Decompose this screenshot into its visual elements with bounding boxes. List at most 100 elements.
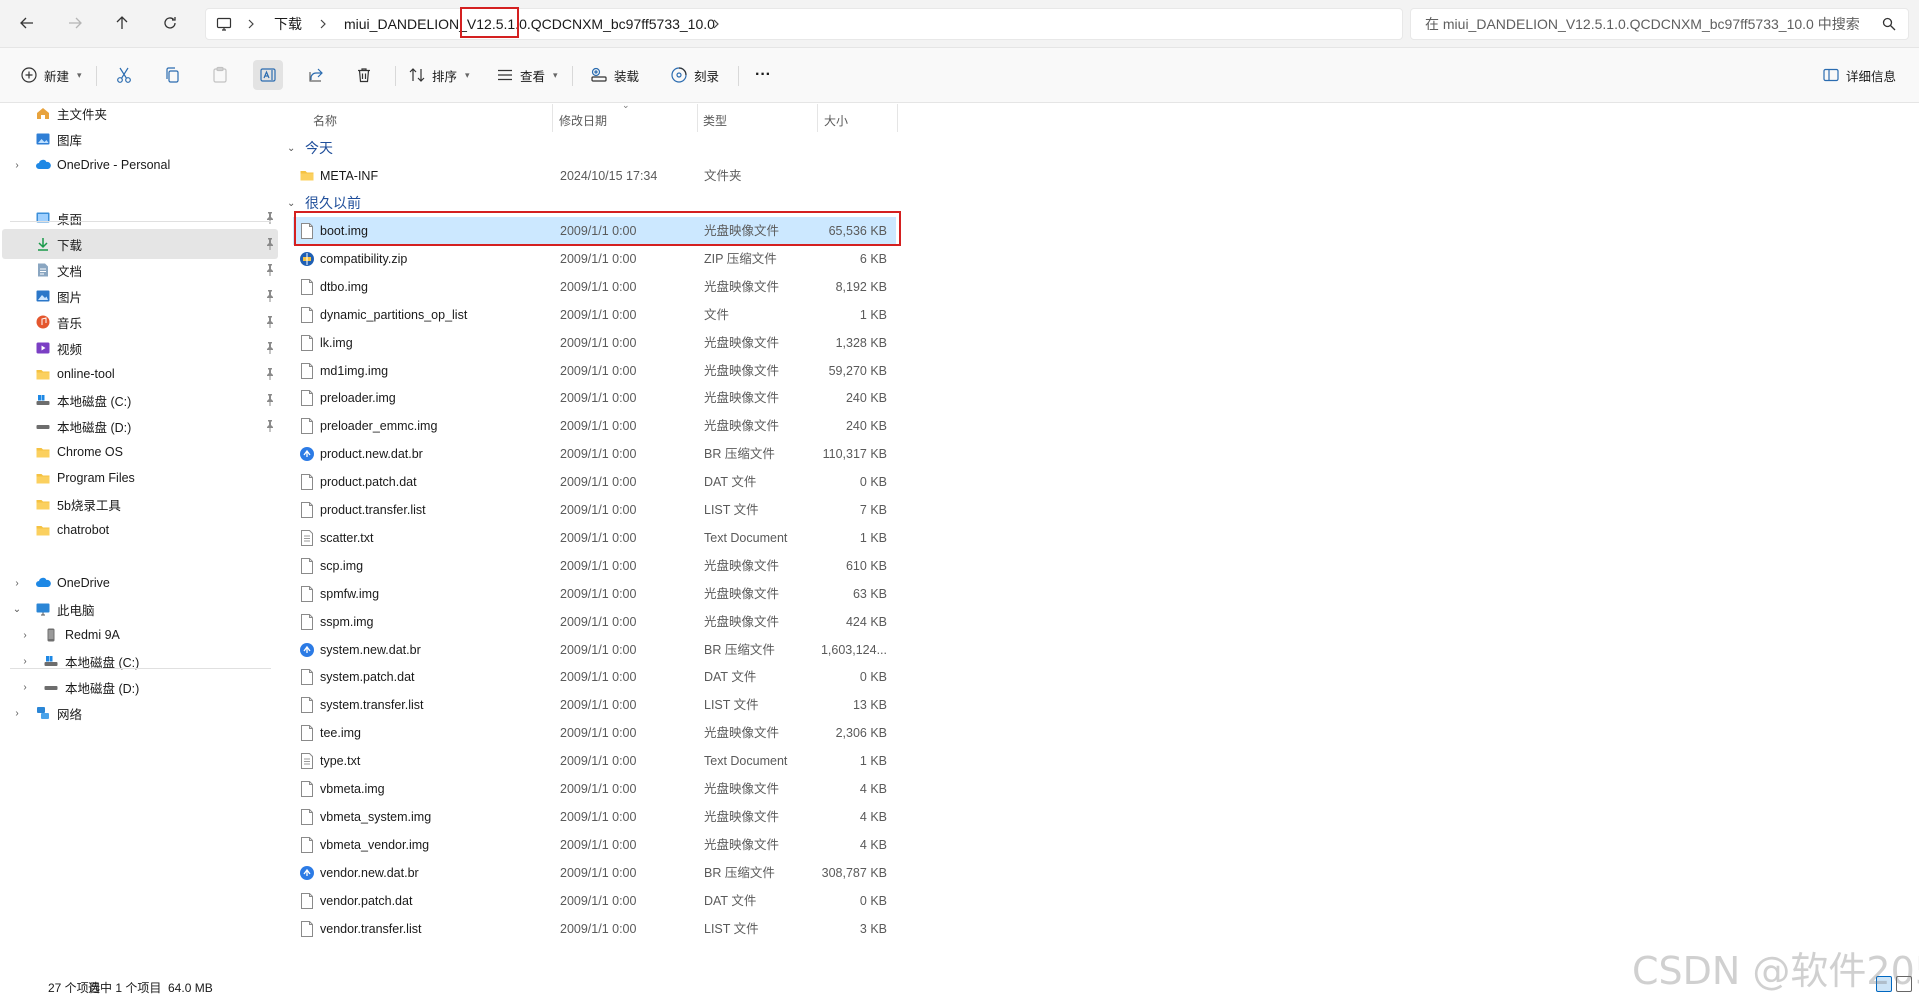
- file-name: preloader.img: [320, 391, 396, 406]
- paste-button[interactable]: [211, 60, 229, 90]
- sidebar-item[interactable]: chatrobot: [2, 515, 278, 545]
- pin-icon[interactable]: [265, 238, 275, 250]
- back-button[interactable]: [12, 10, 42, 36]
- delete-button[interactable]: [355, 60, 373, 90]
- file-row[interactable]: vendor.transfer.list 2009/1/1 0:00 LIST 文件…: [293, 915, 896, 943]
- more-options-button[interactable]: ···: [755, 60, 771, 90]
- file-date: 2009/1/1 0:00: [560, 307, 637, 322]
- column-header-date[interactable]: 修改日期: [559, 108, 607, 132]
- file-row[interactable]: system.new.dat.br 2009/1/1 0:00 BR 压缩文件 1,6…: [293, 636, 896, 664]
- file-row[interactable]: vbmeta_vendor.img 2009/1/1 0:00 光盘映像文件 4 KB: [293, 831, 896, 859]
- chevron-right-icon[interactable]: [711, 9, 721, 39]
- file-size: 0 KB: [859, 893, 887, 908]
- chevron-right-icon[interactable]: ›: [18, 628, 32, 642]
- refresh-button[interactable]: [155, 10, 185, 36]
- file-row[interactable]: vendor.new.dat.br 2009/1/1 0:00 BR 压缩文件 308…: [293, 859, 896, 887]
- column-header-type[interactable]: 类型: [703, 108, 727, 132]
- file-name: spmfw.img: [320, 586, 380, 601]
- file-row[interactable]: tee.img 2009/1/1 0:00 光盘映像文件 2,306 KB: [293, 719, 896, 747]
- chevron-right-icon[interactable]: ›: [18, 654, 32, 668]
- file-icon: [299, 278, 315, 296]
- view-button[interactable]: 查看 ▾: [496, 60, 558, 90]
- file-row[interactable]: system.transfer.list 2009/1/1 0:00 LIST 文件…: [293, 691, 896, 719]
- burn-button[interactable]: 刻录: [670, 60, 719, 90]
- copy-button[interactable]: [163, 60, 181, 90]
- file-name: type.txt: [320, 754, 361, 769]
- pin-icon[interactable]: [265, 212, 275, 224]
- file-row[interactable]: product.new.dat.br 2009/1/1 0:00 BR 压缩文件 11…: [293, 440, 896, 468]
- column-divider[interactable]: [897, 104, 898, 132]
- chevron-right-icon[interactable]: [246, 9, 256, 39]
- file-row[interactable]: META-INF 2024/10/15 17:34 文件夹: [293, 162, 896, 190]
- file-size: 1 KB: [859, 307, 887, 322]
- file-row[interactable]: dtbo.img 2009/1/1 0:00 光盘映像文件 8,192 KB: [293, 273, 896, 301]
- column-divider[interactable]: [817, 104, 818, 132]
- file-row[interactable]: product.transfer.list 2009/1/1 0:00 LIST 文…: [293, 496, 896, 524]
- file-row[interactable]: preloader.img 2009/1/1 0:00 光盘映像文件 240 KB: [293, 384, 896, 412]
- pin-icon[interactable]: [265, 368, 275, 380]
- details-pane-button[interactable]: 详细信息: [1822, 60, 1896, 90]
- share-button[interactable]: [307, 60, 325, 90]
- column-divider[interactable]: [697, 104, 698, 132]
- file-row[interactable]: vbmeta.img 2009/1/1 0:00 光盘映像文件 4 KB: [293, 775, 896, 803]
- chevron-right-icon[interactable]: ›: [10, 158, 24, 172]
- file-row[interactable]: system.patch.dat 2009/1/1 0:00 DAT 文件 0 KB: [293, 663, 896, 691]
- sidebar-item[interactable]: › OneDrive - Personal: [2, 150, 278, 180]
- drive-d-icon: [43, 679, 59, 695]
- file-row[interactable]: product.patch.dat 2009/1/1 0:00 DAT 文件 0 KB: [293, 468, 896, 496]
- group-header-today[interactable]: ⌄ 今天: [287, 137, 333, 159]
- file-row[interactable]: scp.img 2009/1/1 0:00 光盘映像文件 610 KB: [293, 552, 896, 580]
- file-row[interactable]: compatibility.zip 2009/1/1 0:00 ZIP 压缩文件 6 …: [293, 245, 896, 273]
- file-row[interactable]: vendor.patch.dat 2009/1/1 0:00 DAT 文件 0 KB: [293, 887, 896, 915]
- breadcrumb[interactable]: 下载 miui_DANDELION_V12.5.1.0.QCDCNXM_bc97…: [205, 8, 1403, 40]
- new-button[interactable]: 新建 ▾: [20, 60, 82, 90]
- file-row[interactable]: vbmeta_system.img 2009/1/1 0:00 光盘映像文件 4 KB: [293, 803, 896, 831]
- file-row[interactable]: sspm.img 2009/1/1 0:00 光盘映像文件 424 KB: [293, 608, 896, 636]
- file-icon: [299, 417, 315, 435]
- pin-icon[interactable]: [265, 290, 275, 302]
- sort-button[interactable]: 排序 ▾: [408, 60, 470, 90]
- column-divider[interactable]: [552, 104, 553, 132]
- search-icon[interactable]: [1882, 17, 1896, 31]
- up-button[interactable]: [107, 10, 137, 36]
- file-row[interactable]: lk.img 2009/1/1 0:00 光盘映像文件 1,328 KB: [293, 329, 896, 357]
- file-row[interactable]: boot.img 2009/1/1 0:00 光盘映像文件 65,536 KB: [293, 217, 896, 245]
- share-icon: [309, 68, 323, 82]
- mount-button[interactable]: 装载: [590, 60, 639, 90]
- chevron-down-icon[interactable]: ⌄: [10, 602, 24, 616]
- file-row[interactable]: md1img.img 2009/1/1 0:00 光盘映像文件 59,270 KB: [293, 357, 896, 385]
- group-header-long-ago[interactable]: ⌄ 很久以前: [287, 192, 361, 214]
- breadcrumb-downloads[interactable]: 下载: [274, 9, 302, 39]
- chevron-right-icon[interactable]: ›: [10, 576, 24, 590]
- column-header-size[interactable]: 大小: [824, 108, 848, 132]
- pin-icon[interactable]: [265, 342, 275, 354]
- column-header-name[interactable]: 名称: [313, 108, 337, 132]
- file-name: sspm.img: [320, 614, 374, 629]
- search-input[interactable]: 在 miui_DANDELION_V12.5.1.0.QCDCNXM_bc97f…: [1410, 8, 1909, 40]
- file-row[interactable]: type.txt 2009/1/1 0:00 Text Document 1 KB: [293, 747, 896, 775]
- file-row[interactable]: spmfw.img 2009/1/1 0:00 光盘映像文件 63 KB: [293, 580, 896, 608]
- breadcrumb-current-folder[interactable]: miui_DANDELION_V12.5.1.0.QCDCNXM_bc97ff5…: [344, 9, 715, 39]
- pin-icon[interactable]: [265, 420, 275, 432]
- pin-icon[interactable]: [265, 316, 275, 328]
- rename-button[interactable]: [253, 60, 283, 90]
- file-row[interactable]: preloader_emmc.img 2009/1/1 0:00 光盘映像文件 240…: [293, 412, 896, 440]
- drive-c-icon: [43, 653, 59, 669]
- file-name: preloader_emmc.img: [320, 419, 438, 434]
- file-date: 2009/1/1 0:00: [560, 503, 637, 517]
- pin-icon[interactable]: [265, 264, 275, 276]
- new-label: 新建: [44, 69, 70, 84]
- file-row[interactable]: scatter.txt 2009/1/1 0:00 Text Document 1 K…: [293, 524, 896, 552]
- this-pc-crumb-icon[interactable]: [216, 9, 232, 39]
- pin-icon[interactable]: [265, 394, 275, 406]
- sidebar-item-label: Chrome OS: [57, 445, 123, 459]
- divider: [96, 66, 97, 86]
- sidebar-item[interactable]: › 网络: [2, 698, 278, 728]
- sort-caret-icon: ⌄: [622, 100, 630, 110]
- chevron-right-icon[interactable]: ›: [18, 680, 32, 694]
- file-row[interactable]: dynamic_partitions_op_list 2009/1/1 0:00 文…: [293, 301, 896, 329]
- chevron-right-icon[interactable]: [318, 9, 328, 39]
- chevron-right-icon[interactable]: ›: [10, 706, 24, 720]
- cut-button[interactable]: [115, 60, 133, 90]
- forward-button[interactable]: [60, 10, 90, 36]
